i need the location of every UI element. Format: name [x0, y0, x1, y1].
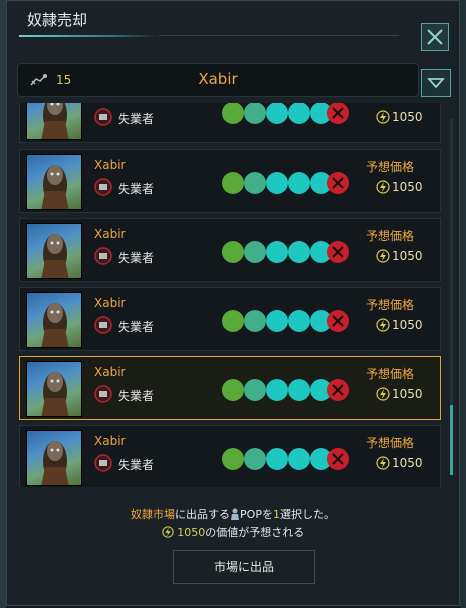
price-label: 予想価格 [366, 160, 415, 174]
window-title: 奴隷売却 [27, 11, 88, 29]
pop-name: Xabir [94, 296, 126, 310]
trait-icons [222, 103, 349, 124]
pop-portrait [26, 223, 82, 279]
expected-value-summary: 1050の価値が予想される [7, 524, 459, 540]
unemployed-job-icon [94, 108, 112, 126]
close-button[interactable] [421, 23, 449, 51]
title-underline [19, 35, 159, 37]
trait-icons [222, 310, 349, 332]
trait-icons [222, 448, 349, 470]
price-value: 1050 [392, 110, 423, 124]
unemployed-job-icon [94, 385, 112, 403]
species-dropdown-button[interactable] [421, 69, 451, 97]
pop-row[interactable]: Xabir 失業者 予想価格 1050 [19, 149, 441, 213]
slave-sale-window: 奴隷売却 15 Xabir 失業者 1050 Xabir 失業者 予想価格 10… [6, 0, 460, 606]
pop-label: POP [240, 508, 262, 521]
selection-summary: 奴隷市場に出品する POPを1選択した。 [7, 506, 459, 522]
list-scroll-thumb[interactable] [450, 405, 453, 475]
pop-name: Xabir [94, 434, 126, 448]
energy-credit-icon [162, 526, 174, 538]
triangle-down-icon [427, 78, 445, 89]
pop-job: 失業者 [118, 112, 155, 126]
pop-row[interactable]: Xabir 失業者 予想価格 1050 [19, 425, 441, 487]
energy-credit-icon [376, 387, 390, 401]
energy-credit-icon [376, 180, 390, 194]
pop-portrait [26, 361, 82, 417]
unemployed-job-icon [94, 316, 112, 334]
pop-job: 失業者 [118, 458, 155, 472]
pop-name: Xabir [94, 365, 126, 379]
pop-person-icon [231, 508, 240, 520]
background-strip-right [460, 0, 466, 608]
price-value: 1050 [392, 318, 423, 332]
pop-row[interactable]: Xabir 失業者 予想価格 1050 [19, 218, 441, 282]
pop-portrait [26, 292, 82, 348]
pop-portrait [26, 103, 82, 140]
pop-job: 失業者 [118, 182, 155, 196]
price-value: 1050 [392, 249, 423, 263]
summary-text-4: の価値が予想される [205, 526, 305, 539]
energy-credit-icon [376, 318, 390, 332]
price-label: 予想価格 [366, 298, 415, 312]
pop-list[interactable]: 失業者 1050 Xabir 失業者 予想価格 1050 Xabir 失業者 予… [17, 103, 453, 487]
unemployed-job-icon [94, 454, 112, 472]
pop-portrait [26, 430, 82, 486]
pop-row-selected[interactable]: Xabir 失業者 予想価格 1050 [19, 356, 441, 420]
energy-credit-icon [376, 456, 390, 470]
unemployed-job-icon [94, 247, 112, 265]
close-icon [427, 29, 443, 45]
pop-name: Xabir [94, 158, 126, 172]
pop-job: 失業者 [118, 389, 155, 403]
pop-portrait [26, 154, 82, 210]
title-divider [159, 35, 399, 36]
summary-text-3: 選択した。 [279, 508, 335, 521]
slave-market-label: 奴隷市場 [131, 508, 176, 521]
selected-count: 1 [272, 508, 280, 521]
unemployed-job-icon [94, 178, 112, 196]
price-label: 予想価格 [366, 436, 415, 450]
species-selector[interactable]: 15 Xabir [17, 63, 419, 97]
pop-row[interactable]: 失業者 1050 [19, 103, 441, 143]
pop-name: Xabir [94, 227, 126, 241]
trait-icons [222, 172, 349, 194]
price-label: 予想価格 [366, 229, 415, 243]
price-label: 予想価格 [366, 367, 415, 381]
energy-credit-icon [376, 249, 390, 263]
trait-icons [222, 379, 349, 401]
list-on-market-button[interactable]: 市場に出品 [173, 550, 315, 584]
price-value: 1050 [392, 387, 423, 401]
summary-text-2: を [261, 508, 273, 521]
energy-credit-icon [376, 110, 390, 124]
price-value: 1050 [392, 456, 423, 470]
trait-icons [222, 241, 349, 263]
price-value: 1050 [392, 180, 423, 194]
summary-text-1: に出品する [175, 508, 231, 521]
species-name: Xabir [198, 70, 238, 88]
pop-job: 失業者 [118, 251, 155, 265]
pop-row[interactable]: Xabir 失業者 予想価格 1050 [19, 287, 441, 351]
expected-value: 1050 [177, 526, 206, 539]
pop-job: 失業者 [118, 320, 155, 334]
